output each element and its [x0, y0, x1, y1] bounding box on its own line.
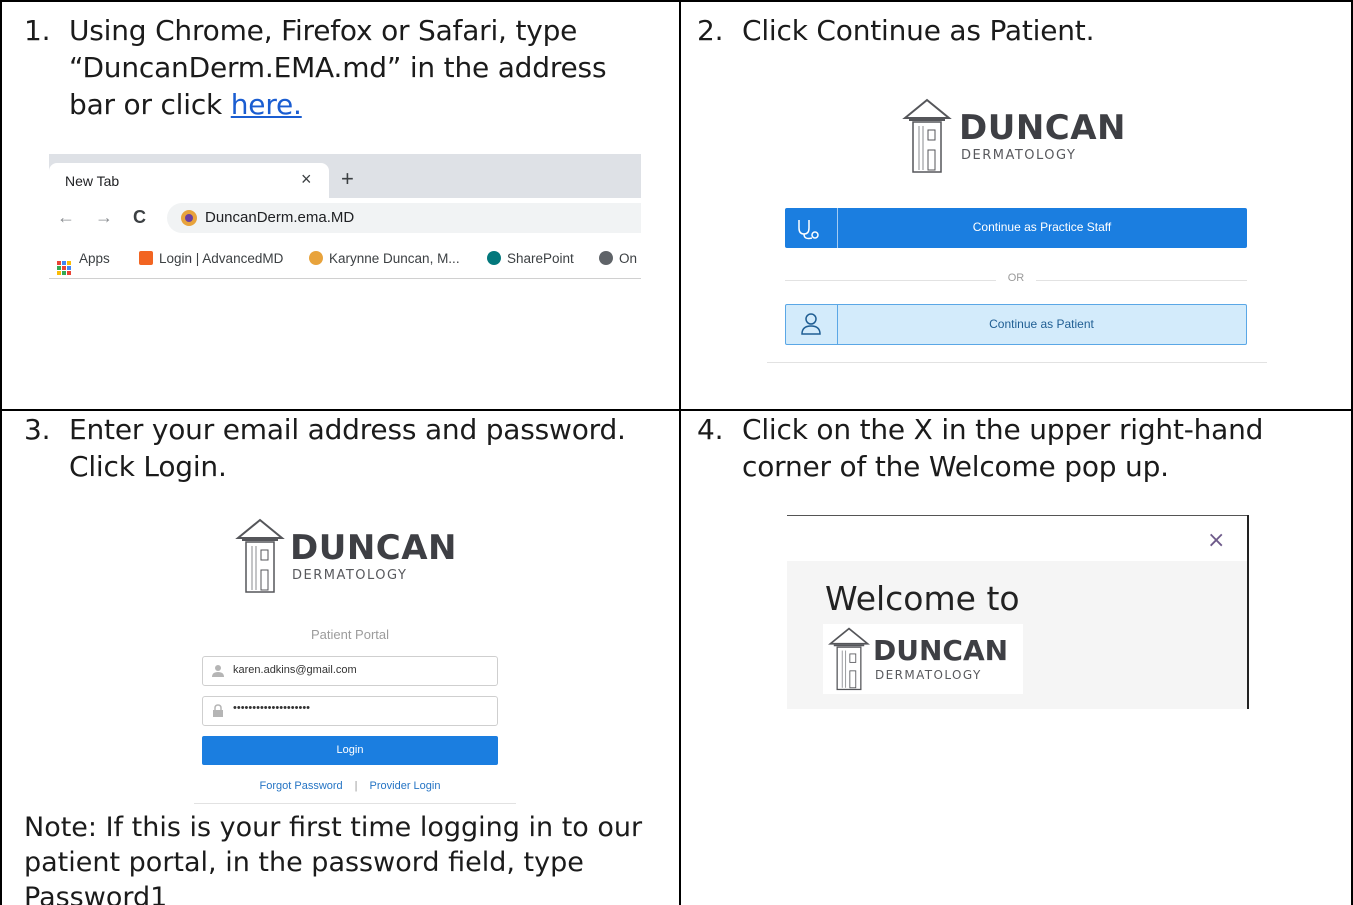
staff-button-label: Continue as Practice Staff [972, 220, 1112, 234]
step-line: Enter your email address and password. [69, 413, 626, 446]
step-2-text: 2. Click Continue as Patient. [697, 12, 1337, 52]
duncan-logo: DUNCAN DERMATOLOGY [823, 624, 1023, 694]
here-link[interactable]: here. [231, 88, 302, 121]
bookmark-label: On [619, 251, 638, 266]
tab-bar: New Tab × + [49, 154, 641, 198]
bookmarks-bar: Apps Login | AdvancedMD Karynne Duncan, … [49, 238, 641, 279]
tower-logo-icon [235, 518, 285, 593]
ema-icon [309, 251, 323, 265]
step-3-text: 3. Enter your email address and password… [24, 411, 664, 491]
provider-login-link[interactable]: Provider Login [370, 780, 441, 792]
step-number: 4. [697, 413, 724, 446]
welcome-popup: × Welcome to DUNCAN DERMATOLOGY [787, 515, 1249, 709]
bookmark-label: Login | AdvancedMD [159, 251, 284, 266]
step-text: bar or click [69, 88, 231, 121]
instruction-table: 1. Using Chrome, Firefox or Safari, type… [0, 0, 1353, 905]
step-line: corner of the Welcome pop up. [742, 450, 1169, 483]
note-line: Note: If this is your first time logging… [24, 812, 643, 843]
continue-as-patient-button[interactable]: Continue as Patient [785, 304, 1247, 345]
login-button[interactable]: Login [202, 736, 498, 765]
note-line: Password1 [24, 882, 168, 905]
logo-wordmark: DUNCAN [290, 528, 458, 568]
popup-right-border [1247, 515, 1249, 709]
address-bar[interactable]: DuncanDerm.ema.MD [167, 203, 641, 233]
step-number: 3. [24, 413, 51, 446]
sharepoint-icon [487, 251, 501, 265]
tab-title: New Tab [65, 173, 120, 189]
browser-tab[interactable]: New Tab × [49, 163, 329, 198]
new-tab-icon[interactable]: + [341, 166, 354, 192]
step-4-text: 4. Click on the X in the upper right-han… [697, 411, 1337, 491]
duncan-logo: DUNCAN DERMATOLOGY [234, 518, 458, 594]
bookmark-label: Karynne Duncan, M... [329, 251, 460, 266]
bookmark-karynne[interactable]: Karynne Duncan, M... [309, 251, 460, 266]
logo-subtitle: DERMATOLOGY [961, 148, 1077, 163]
apps-grid-icon [57, 261, 71, 275]
stethoscope-icon [785, 208, 838, 248]
password-value: •••••••••••••••••••• [233, 702, 311, 714]
step-2-cell: 2. Click Continue as Patient. DUNCAN DER… [679, 0, 1353, 411]
forgot-password-link[interactable]: Forgot Password [260, 780, 343, 792]
welcome-title: Welcome to [825, 579, 1020, 618]
first-login-note: Note: If this is your first time logging… [24, 810, 664, 905]
patient-button-label: Continue as Patient [989, 317, 1094, 331]
lock-icon [213, 704, 223, 717]
step-1-cell: 1. Using Chrome, Firefox or Safari, type… [0, 0, 681, 411]
login-links: Forgot Password | Provider Login [202, 780, 498, 792]
close-icon[interactable]: × [1207, 528, 1225, 553]
or-text: OR [996, 272, 1036, 284]
close-tab-icon[interactable]: × [301, 169, 312, 190]
site-favicon-icon [181, 210, 197, 226]
note-line: patient portal, in the password field, t… [24, 847, 584, 878]
step-number: 2. [697, 14, 724, 47]
divider [767, 362, 1267, 363]
step-number: 1. [24, 14, 51, 47]
browser-toolbar: ← → C DuncanDerm.ema.MD [49, 198, 641, 238]
popup-top-border [787, 515, 1247, 516]
bookmark-sharepoint[interactable]: SharePoint [487, 251, 574, 266]
bookmark-label: Apps [79, 251, 110, 266]
address-url: DuncanDerm.ema.MD [205, 209, 355, 226]
back-icon[interactable]: ← [57, 207, 75, 228]
tower-logo-icon [828, 627, 870, 691]
bookmark-apps[interactable]: Apps [57, 251, 110, 275]
step-line: Using Chrome, Firefox or Safari, type [69, 14, 578, 47]
person-icon [786, 305, 838, 344]
bookmark-on[interactable]: On [599, 251, 637, 266]
browser-screenshot: New Tab × + ← → C DuncanDerm.ema.MD Apps… [49, 154, 641, 282]
tower-logo-icon [902, 98, 952, 173]
step-line: Click Login. [69, 450, 227, 483]
portal-label: Patient Portal [310, 627, 390, 642]
link-separator: | [354, 780, 358, 792]
forward-icon[interactable]: → [95, 207, 113, 228]
reload-icon[interactable]: C [133, 207, 146, 228]
step-line: Click Continue as Patient. [742, 14, 1095, 47]
step-1-text: 1. Using Chrome, Firefox or Safari, type… [24, 12, 664, 132]
step-line: “DuncanDerm.EMA.md” in the address [69, 51, 607, 84]
bookmark-advancedmd[interactable]: Login | AdvancedMD [139, 251, 283, 266]
continue-as-staff-button[interactable]: Continue as Practice Staff [785, 208, 1247, 248]
logo-subtitle: DERMATOLOGY [875, 668, 982, 682]
email-value: karen.adkins@gmail.com [233, 664, 357, 676]
logo-wordmark: DUNCAN [873, 634, 1009, 667]
advancedmd-icon [139, 251, 153, 265]
password-field[interactable]: •••••••••••••••••••• [202, 696, 498, 726]
step-line: Click on the X in the upper right-hand [742, 413, 1264, 446]
step-3-cell: 3. Enter your email address and password… [0, 409, 681, 905]
email-field[interactable]: karen.adkins@gmail.com [202, 656, 498, 686]
divider [194, 803, 516, 804]
globe-icon [599, 251, 613, 265]
user-icon [212, 665, 224, 677]
step-line: bar or click here. [69, 86, 302, 123]
duncan-logo: DUNCAN DERMATOLOGY [901, 98, 1126, 174]
popup-body: Welcome to DUNCAN DERMATOLOGY [787, 561, 1247, 709]
step-4-cell: 4. Click on the X in the upper right-han… [679, 409, 1353, 905]
bookmark-label: SharePoint [507, 251, 574, 266]
logo-subtitle: DERMATOLOGY [292, 568, 408, 583]
logo-wordmark: DUNCAN [959, 108, 1127, 148]
